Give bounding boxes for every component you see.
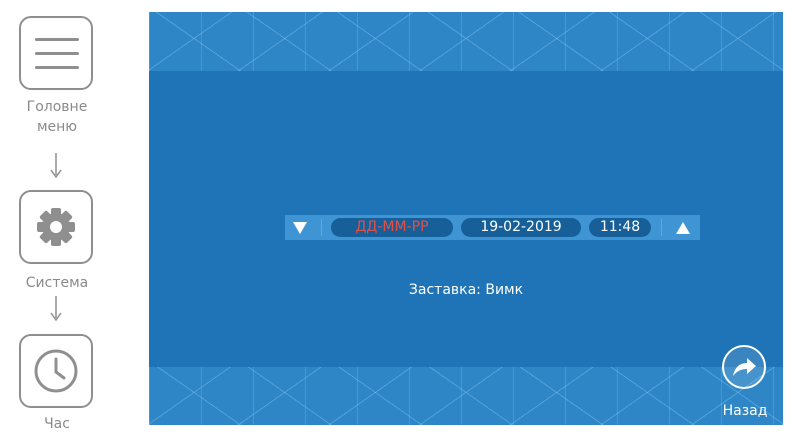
- triangle-down-icon: [293, 221, 307, 234]
- menu-icon: [35, 38, 79, 69]
- gear-icon: [37, 208, 75, 246]
- date-field[interactable]: 19-02-2019: [461, 218, 581, 237]
- settings-screen: ДД-ММ-РР 19-02-2019 11:48 Заставка: Вимк…: [149, 12, 783, 425]
- divider: [321, 219, 322, 236]
- previous-button[interactable]: [285, 215, 315, 240]
- footer-band: [149, 367, 783, 425]
- next-button[interactable]: [668, 215, 698, 240]
- breadcrumb: Головне меню Система Час: [0, 0, 150, 432]
- back-label: Назад: [722, 403, 768, 419]
- main-menu-button[interactable]: [19, 16, 93, 90]
- time-label: Час: [44, 416, 70, 432]
- back-arrow-icon: [733, 358, 756, 376]
- back-button[interactable]: [722, 345, 766, 389]
- arrow-down-icon: [50, 153, 62, 179]
- date-format-field[interactable]: ДД-ММ-РР: [331, 218, 453, 237]
- triangle-up-icon: [676, 221, 690, 234]
- header-band: [149, 12, 783, 71]
- screensaver-status[interactable]: Заставка: Вимк: [149, 280, 783, 300]
- divider: [661, 219, 662, 236]
- main-menu-label: Головне меню: [26, 99, 88, 135]
- time-field[interactable]: 11:48: [589, 218, 651, 237]
- arrow-down-icon: [50, 296, 62, 322]
- clock-icon: [34, 349, 78, 393]
- system-label: Система: [25, 275, 89, 291]
- system-button[interactable]: [19, 190, 93, 264]
- time-button[interactable]: [19, 334, 93, 408]
- date-time-selector: ДД-ММ-РР 19-02-2019 11:48: [285, 215, 700, 240]
